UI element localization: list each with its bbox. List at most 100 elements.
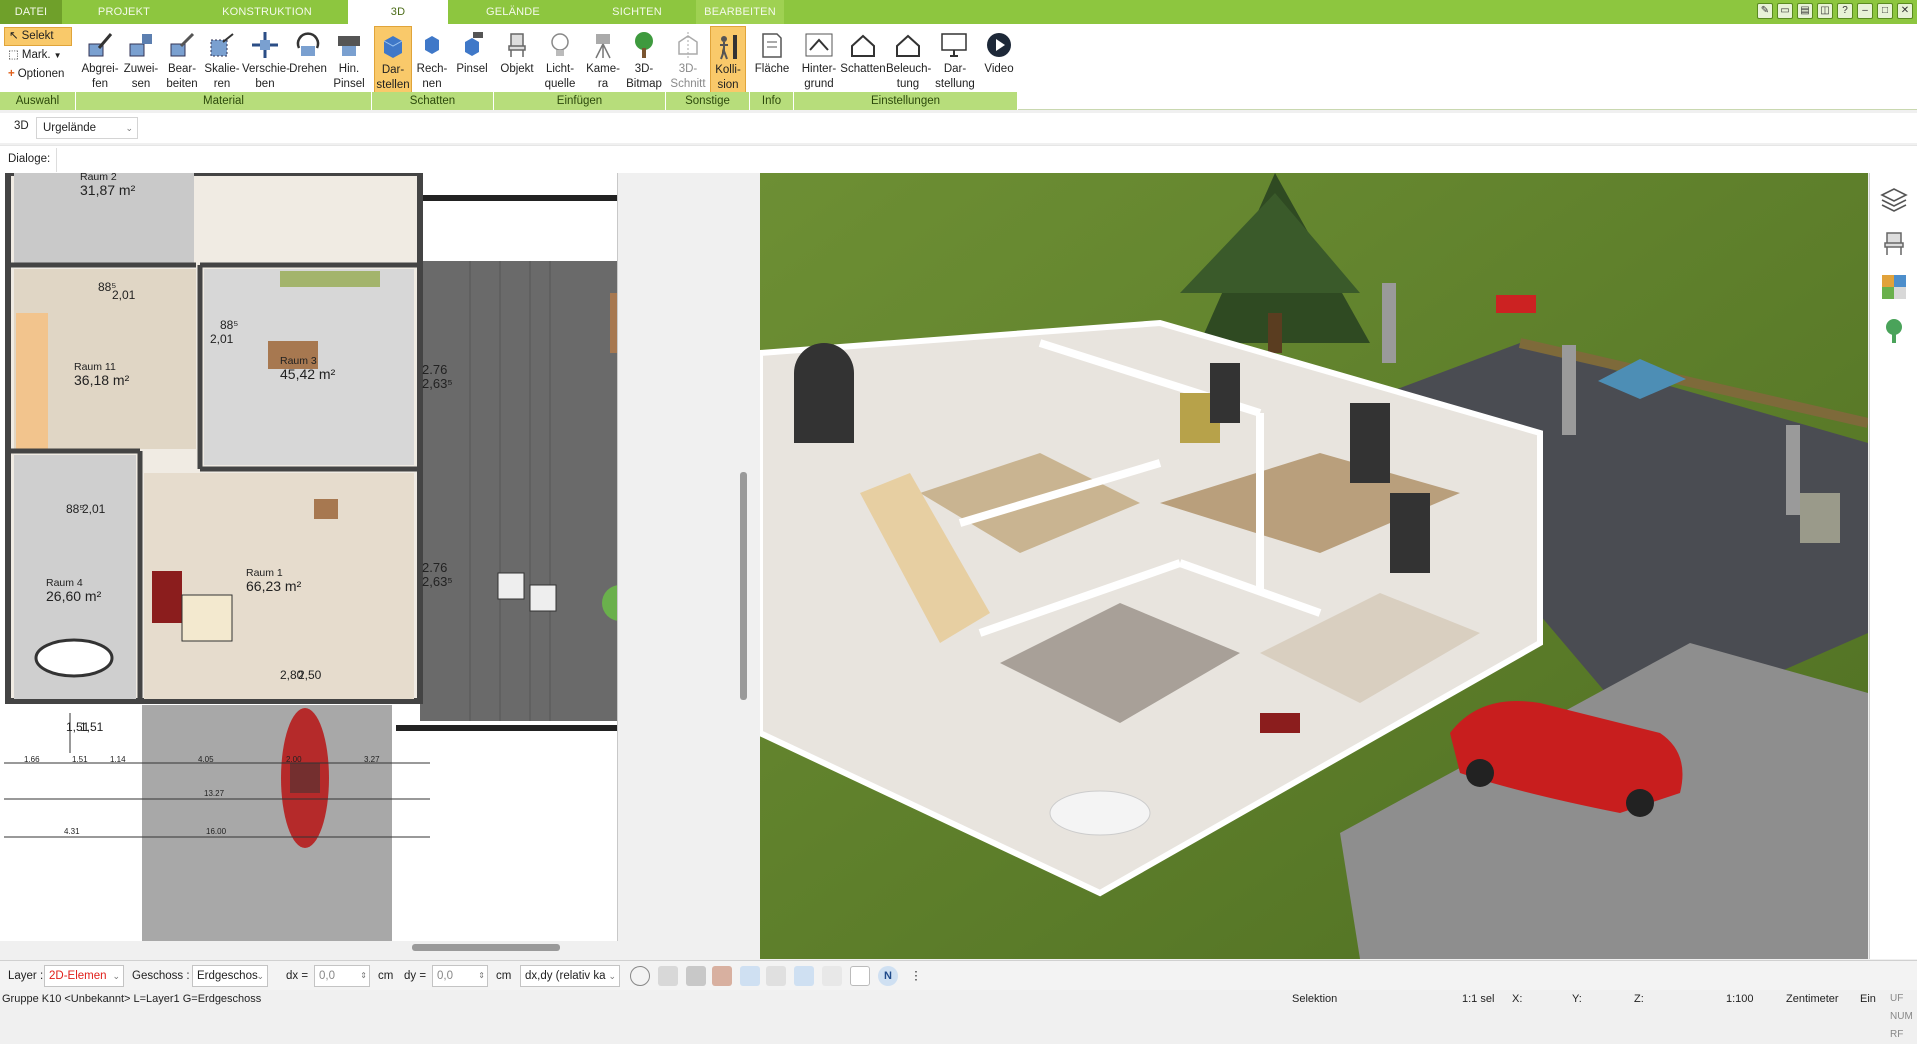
wave-icon[interactable] (766, 966, 786, 986)
rotate-button[interactable]: Drehen (288, 26, 328, 96)
scale-button[interactable]: Skalie- ren (202, 26, 242, 96)
room-label: Raum 1 66,23 m² (246, 567, 302, 594)
light-bulb-icon (551, 33, 569, 56)
group-material: Material (76, 92, 372, 110)
dy-input[interactable]: 0,0 ⇕ (432, 965, 488, 987)
furniture-icon[interactable] (1880, 229, 1908, 257)
layout-icon[interactable]: ▤ (1797, 3, 1813, 19)
dy-label: dy = (404, 970, 427, 982)
tab-sichten[interactable]: SICHTEN (578, 0, 696, 24)
edit-material-button[interactable]: Bear- beiten (162, 26, 202, 96)
display-settings-button[interactable]: Dar- stellung (930, 26, 980, 96)
shadow-brush-button[interactable]: Pinsel (452, 26, 492, 96)
assign-material-button[interactable]: Zuwei- sen (120, 26, 162, 96)
terrain-layer-select[interactable]: Urgelände ⌄ (36, 117, 138, 139)
plan-horizontal-scrollbar[interactable] (412, 944, 560, 951)
area-info-button[interactable]: Fläche (752, 26, 792, 96)
mark-dropdown[interactable]: ⬚ Mark. ▼ (4, 46, 72, 65)
section-3d-button[interactable]: 3D- Schnitt (668, 26, 708, 96)
house-3d-view[interactable] (760, 173, 1868, 959)
plane-icon[interactable] (794, 966, 814, 986)
select-mode-button[interactable]: ↖ Selekt (4, 27, 72, 46)
maximize-button[interactable]: □ (1877, 3, 1893, 19)
more-options-icon[interactable]: ⋮ (906, 966, 926, 986)
tab-konstruktion[interactable]: KONSTRUKTION (186, 0, 348, 24)
monitor-icon[interactable] (658, 966, 678, 986)
display-icon (941, 33, 967, 57)
chevron-down-icon: ⌄ (112, 971, 120, 981)
status-flags: UF NUM RF (1890, 993, 1913, 1040)
dimension-label: 2,63⁵ (422, 376, 453, 391)
pen-icon[interactable]: ✎ (1757, 3, 1773, 19)
insert-object-button[interactable]: Objekt (496, 26, 538, 96)
dimension-label: 4.05 (198, 755, 214, 764)
tab-datei[interactable]: DATEI (0, 0, 62, 24)
brush-icon (338, 36, 360, 56)
close-button[interactable]: ✕ (1897, 3, 1913, 19)
chevron-down-icon: ⌄ (125, 123, 133, 133)
room-label: Raum 4 26,60 m² (46, 577, 102, 604)
options-button[interactable]: + Optionen (4, 65, 72, 84)
status-group-info: Gruppe K10 <Unbekannt> L=Layer1 G=Erdges… (2, 993, 262, 1005)
restore-icon[interactable]: ▭ (1777, 3, 1793, 19)
light-source-button[interactable]: Licht- quelle (538, 26, 582, 96)
room-label: Raum 3 45,42 m² (280, 355, 336, 382)
hin-brush-button[interactable]: Hin. Pinsel (328, 26, 370, 96)
move-icon (252, 32, 278, 58)
help-icon[interactable]: ? (1837, 3, 1853, 19)
grid-icon[interactable] (850, 966, 870, 986)
shadow-calc-button[interactable]: Rech- nen (412, 26, 452, 96)
spinner-icon: ⇕ (478, 971, 485, 980)
clock-icon[interactable] (630, 966, 650, 986)
bitmap-3d-button[interactable]: 3D- Bitmap (624, 26, 664, 96)
windows-icon[interactable]: ◫ (1817, 3, 1833, 19)
plan-vertical-scrollbar[interactable] (740, 472, 747, 700)
shadow-settings-button[interactable]: Schatten (840, 26, 886, 96)
play-icon (987, 33, 1011, 57)
palette-icon[interactable] (712, 966, 732, 986)
status-snap: Ein (1860, 993, 1876, 1005)
materials-icon[interactable] (1880, 273, 1908, 301)
view-selector-row: 3D Urgelände ⌄ (0, 113, 1917, 143)
window-controls: ✎ ▭ ▤ ◫ ? – □ ✕ (1757, 3, 1913, 21)
plants-icon[interactable] (1880, 317, 1908, 345)
layer-label: Layer : (8, 970, 44, 982)
floor-plan-drawing (4, 173, 617, 941)
collision-button[interactable]: Kolli- sion (710, 26, 746, 96)
camera-button[interactable]: Kame- ra (582, 26, 624, 96)
bottom-toolbar: Layer : 2D-Elemen ⌄ Geschoss : Erdgescho… (0, 960, 1917, 990)
status-mode: Selektion (1292, 993, 1338, 1005)
layer-select[interactable]: 2D-Elemen ⌄ (44, 965, 124, 987)
ortho-icon[interactable] (822, 966, 842, 986)
group-sonstige: Sonstige (666, 92, 750, 110)
pointer-icon: ↖ (9, 30, 19, 42)
video-button[interactable]: Video (980, 26, 1018, 96)
dy-unit: cm (496, 970, 512, 982)
coordinate-mode-select[interactable]: dx,dy (relativ ka ⌄ (520, 965, 620, 987)
dx-unit: cm (378, 970, 394, 982)
tab-bearbeiten[interactable]: BEARBEITEN (696, 0, 784, 24)
dx-input[interactable]: 0,0 ⇕ (314, 965, 370, 987)
chair-icon (508, 33, 526, 57)
assign-material-icon (129, 34, 152, 57)
floor-plan-2d-view[interactable]: Raum 2 31,87 m² Raum 11 36,18 m² Raum 3 … (0, 173, 618, 941)
pick-material-button[interactable]: Abgrei- fen (80, 26, 120, 96)
dimension-label: 1.66 (24, 755, 40, 764)
snap-line-icon[interactable] (740, 966, 760, 986)
north-icon[interactable]: N (878, 966, 898, 986)
dialog-row: Dialoge: (0, 145, 1917, 173)
lighting-button[interactable]: Beleuch- tung (886, 26, 931, 96)
background-button[interactable]: Hinter- grund (798, 26, 840, 96)
layers-icon[interactable] (1880, 185, 1908, 213)
tab-gelaende[interactable]: GELÄNDE (448, 0, 578, 24)
shadow-display-button[interactable]: Dar- stellen (374, 26, 412, 96)
minimize-button[interactable]: – (1857, 3, 1873, 19)
floor-select[interactable]: Erdgeschos ⌄ (192, 965, 268, 987)
layers-stack-icon[interactable] (686, 966, 706, 986)
tab-3d[interactable]: 3D (348, 0, 448, 24)
group-info: Info (750, 92, 794, 110)
status-unit: Zentimeter (1786, 993, 1839, 1005)
group-einstellungen: Einstellungen (794, 92, 1018, 110)
tab-projekt[interactable]: PROJEKT (62, 0, 186, 24)
move-button[interactable]: Verschie- ben (242, 26, 290, 96)
